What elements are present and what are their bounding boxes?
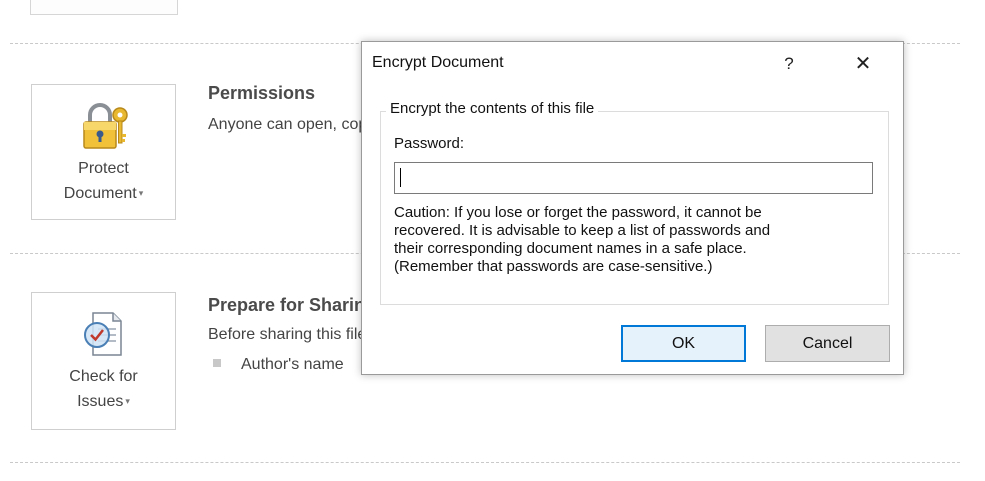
list-item: Author's name (213, 356, 344, 374)
chevron-down-icon: ▾ (138, 188, 144, 198)
encrypt-document-dialog: Encrypt Document ? ✕ Encrypt the content… (361, 41, 904, 375)
protect-button-label-line2: Document ▾ (32, 181, 175, 206)
caution-line: (Remember that passwords are case-sensit… (394, 258, 713, 275)
help-icon[interactable]: ? (774, 50, 804, 78)
caution-line: Caution: If you lose or forget the passw… (394, 204, 762, 221)
close-icon[interactable]: ✕ (848, 50, 878, 78)
check-button-label-text: Issues (77, 393, 124, 410)
groupbox-label: Encrypt the contents of this file (386, 100, 599, 117)
text-caret (400, 168, 401, 187)
inspect-document-icon (83, 312, 122, 356)
protect-document-button[interactable]: Protect Document ▾ (31, 84, 176, 220)
previous-button-edge (30, 0, 178, 15)
protect-button-label-line1: Protect (78, 160, 129, 177)
section-divider (10, 462, 960, 463)
bullet-icon (213, 359, 221, 367)
list-item-text: Author's name (241, 356, 344, 373)
caution-text: Caution: If you lose or forget the passw… (394, 204, 874, 276)
caution-line: recovered. It is advisable to keep a lis… (394, 222, 771, 239)
ok-button[interactable]: OK (621, 325, 746, 362)
protect-button-label-text: Document (63, 185, 137, 202)
check-button-label-line2: Issues ▾ (32, 389, 175, 414)
caution-line: their corresponding document names in a … (394, 240, 747, 257)
dialog-title: Encrypt Document (372, 54, 504, 71)
password-label: Password: (394, 135, 465, 152)
check-for-issues-button[interactable]: Check for Issues ▾ (31, 292, 176, 430)
chevron-down-icon: ▾ (125, 396, 130, 406)
check-button-label-line1: Check for (69, 368, 138, 385)
lock-key-icon (82, 103, 128, 149)
prepare-for-sharing-heading: Prepare for Sharing (208, 295, 377, 315)
password-field[interactable] (394, 162, 873, 194)
cancel-button[interactable]: Cancel (765, 325, 890, 362)
permissions-heading: Permissions (208, 83, 316, 103)
